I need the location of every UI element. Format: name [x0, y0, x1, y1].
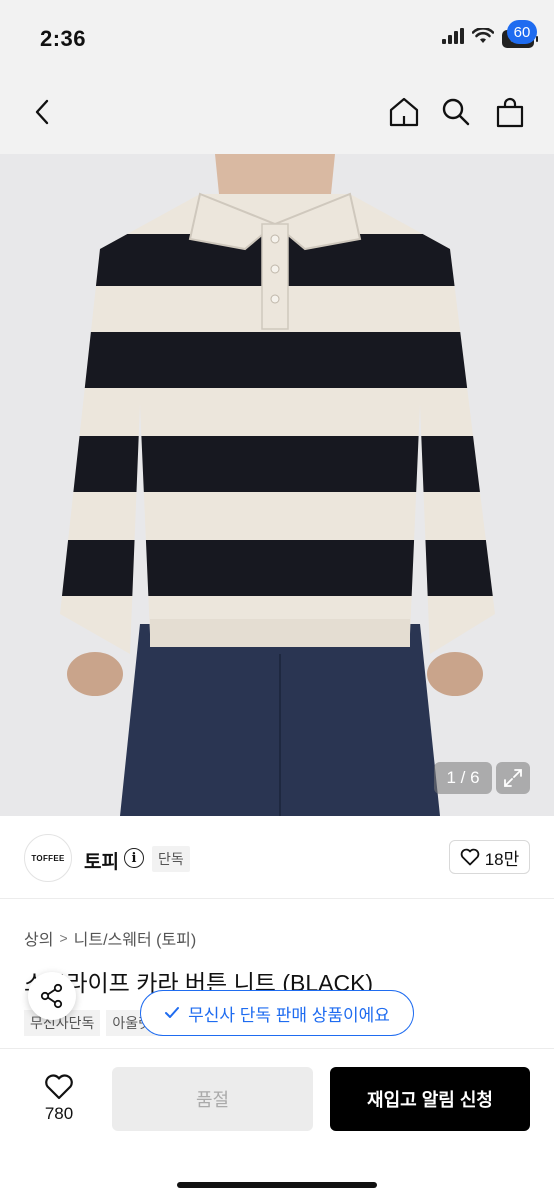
breadcrumb-separator: > [59, 930, 68, 946]
status-bar: 2:36 44 [0, 0, 554, 72]
status-time: 2:36 [40, 26, 87, 51]
share-button[interactable] [28, 972, 76, 1020]
product-like-button[interactable]: 780 [30, 1068, 88, 1130]
exclusive-toast: 무신사 단독 판매 상품이에요 [140, 990, 414, 1036]
wifi-icon [471, 27, 495, 49]
nav-bar [0, 72, 554, 154]
info-icon[interactable]: i [124, 848, 144, 868]
heart-icon [460, 848, 480, 866]
check-icon [165, 1007, 180, 1018]
breadcrumb-item-knit[interactable]: 니트/스웨터 (토피) [74, 926, 197, 950]
search-button[interactable] [436, 92, 476, 132]
toast-text: 무신사 단독 판매 상품이에요 [188, 1005, 390, 1025]
home-button[interactable] [384, 92, 424, 132]
product-image[interactable] [0, 154, 554, 816]
brand-row: TOFFEE 토피 i 단독 18만 [0, 830, 554, 886]
divider [0, 898, 554, 899]
share-icon [40, 983, 63, 1009]
signal-icon [442, 28, 464, 49]
heart-icon [45, 1074, 73, 1100]
expand-button[interactable] [496, 762, 530, 794]
cart-button[interactable] [490, 92, 530, 132]
back-button[interactable] [22, 92, 62, 132]
soldout-button[interactable]: 품절 [112, 1067, 313, 1131]
bottom-divider [0, 1048, 554, 1049]
brand-name[interactable]: 토피 [84, 847, 119, 874]
breadcrumb-item-top[interactable]: 상의 [24, 926, 53, 950]
product-like-count: 780 [44, 1104, 74, 1123]
home-icon [389, 97, 419, 127]
home-indicator [177, 1182, 377, 1188]
cart-icon [496, 97, 524, 128]
cart-count-badge: 60 [507, 20, 537, 44]
back-icon [35, 99, 49, 125]
brand-like-button[interactable]: 18만 [449, 840, 530, 874]
restock-alert-button[interactable]: 재입고 알림 신청 [330, 1067, 530, 1131]
brand-like-count: 18만 [484, 849, 520, 869]
exclusive-tag: 단독 [152, 846, 190, 872]
breadcrumb: 상의 > 니트/스웨터 (토피) [24, 926, 196, 950]
brand-logo[interactable]: TOFFEE [24, 834, 72, 882]
expand-icon [504, 769, 522, 787]
image-counter: 1 / 6 [434, 762, 492, 794]
search-icon [442, 98, 470, 126]
